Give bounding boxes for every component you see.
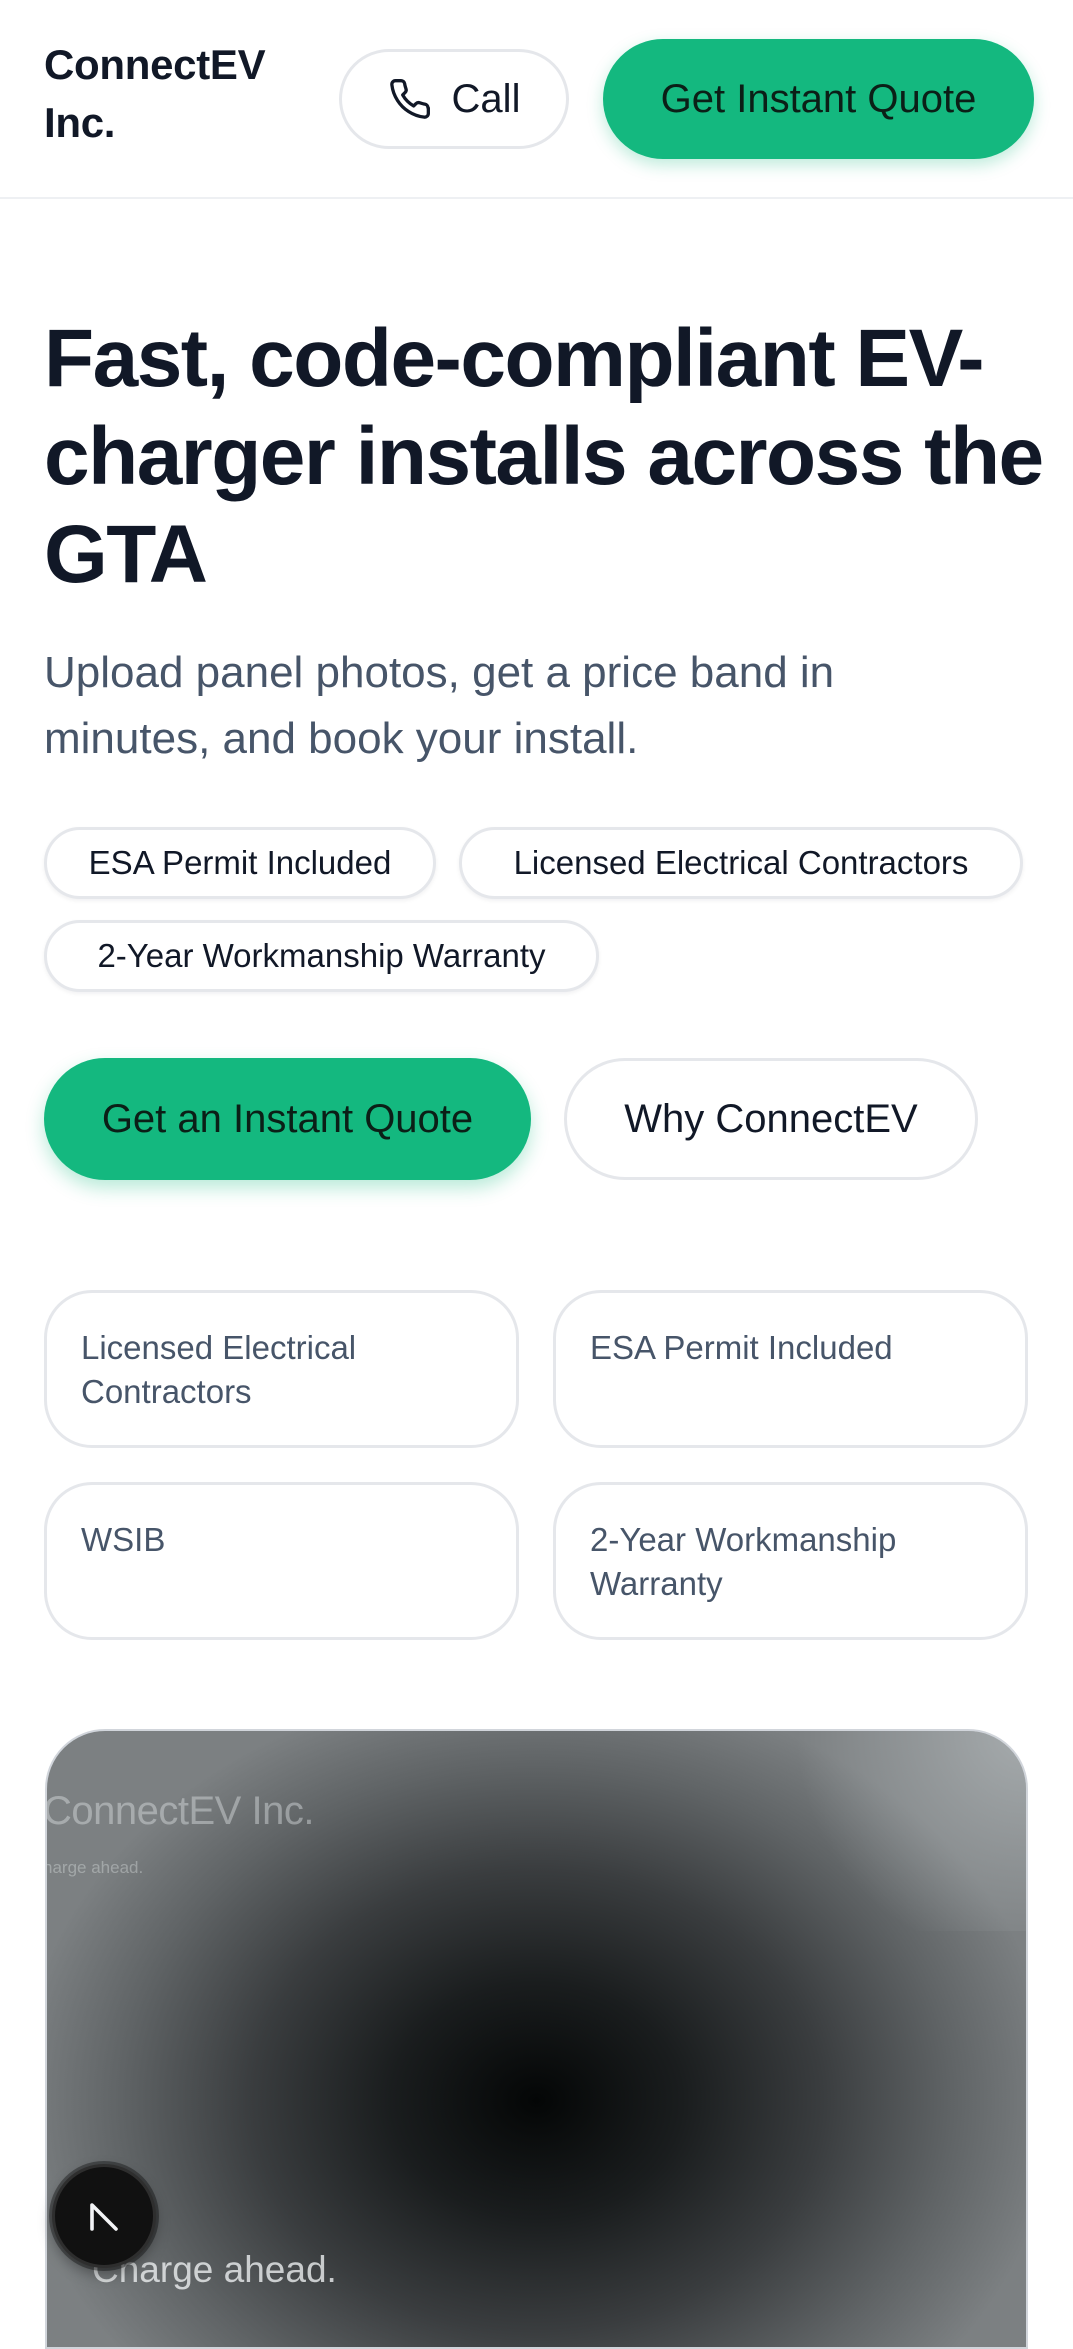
- hero-title: Fast, code-compliant EV-charger installs…: [44, 313, 1044, 600]
- why-connectev-button[interactable]: Why ConnectEV: [564, 1058, 978, 1180]
- feature-card-esa-permit: ESA Permit Included: [553, 1290, 1028, 1448]
- n-logo-icon: [84, 2196, 124, 2236]
- feature-card-wsib: WSIB: [44, 1482, 519, 1640]
- feature-card-warranty: 2-Year Workmanship Warranty: [553, 1482, 1028, 1640]
- call-button-label: Call: [451, 76, 521, 121]
- badge-warranty: 2-Year Workmanship Warranty: [44, 920, 599, 992]
- feature-card-label: ESA Permit Included: [590, 1329, 893, 1366]
- phone-icon: [388, 77, 432, 121]
- feature-card-label: 2-Year Workmanship Warranty: [590, 1521, 897, 1602]
- feature-card-label: Licensed Electrical Contractors: [81, 1329, 357, 1410]
- site-header: ConnectEV Inc. Call Get Instant Quote: [0, 0, 1073, 199]
- media-brand-text: ConnectEV Inc.: [45, 1789, 314, 1833]
- brand-logo-text[interactable]: ConnectEV Inc.: [44, 36, 304, 152]
- feature-card-label: WSIB: [81, 1521, 166, 1558]
- badge-esa-permit: ESA Permit Included: [44, 827, 436, 899]
- get-an-instant-quote-button[interactable]: Get an Instant Quote: [44, 1058, 531, 1180]
- call-button[interactable]: Call: [339, 49, 569, 149]
- floating-n-button[interactable]: [52, 2164, 156, 2268]
- get-instant-quote-button[interactable]: Get Instant Quote: [603, 39, 1034, 159]
- feature-card-licensed-contractors: Licensed Electrical Contractors: [44, 1290, 519, 1448]
- hero-subtitle: Upload panel photos, get a price band in…: [44, 648, 835, 763]
- media-tagline: harge ahead.: [45, 1858, 144, 1877]
- badge-licensed-contractors: Licensed Electrical Contractors: [459, 827, 1023, 899]
- hero-media-panel: ConnectEV Inc. harge ahead. Charge ahead…: [45, 1729, 1028, 2349]
